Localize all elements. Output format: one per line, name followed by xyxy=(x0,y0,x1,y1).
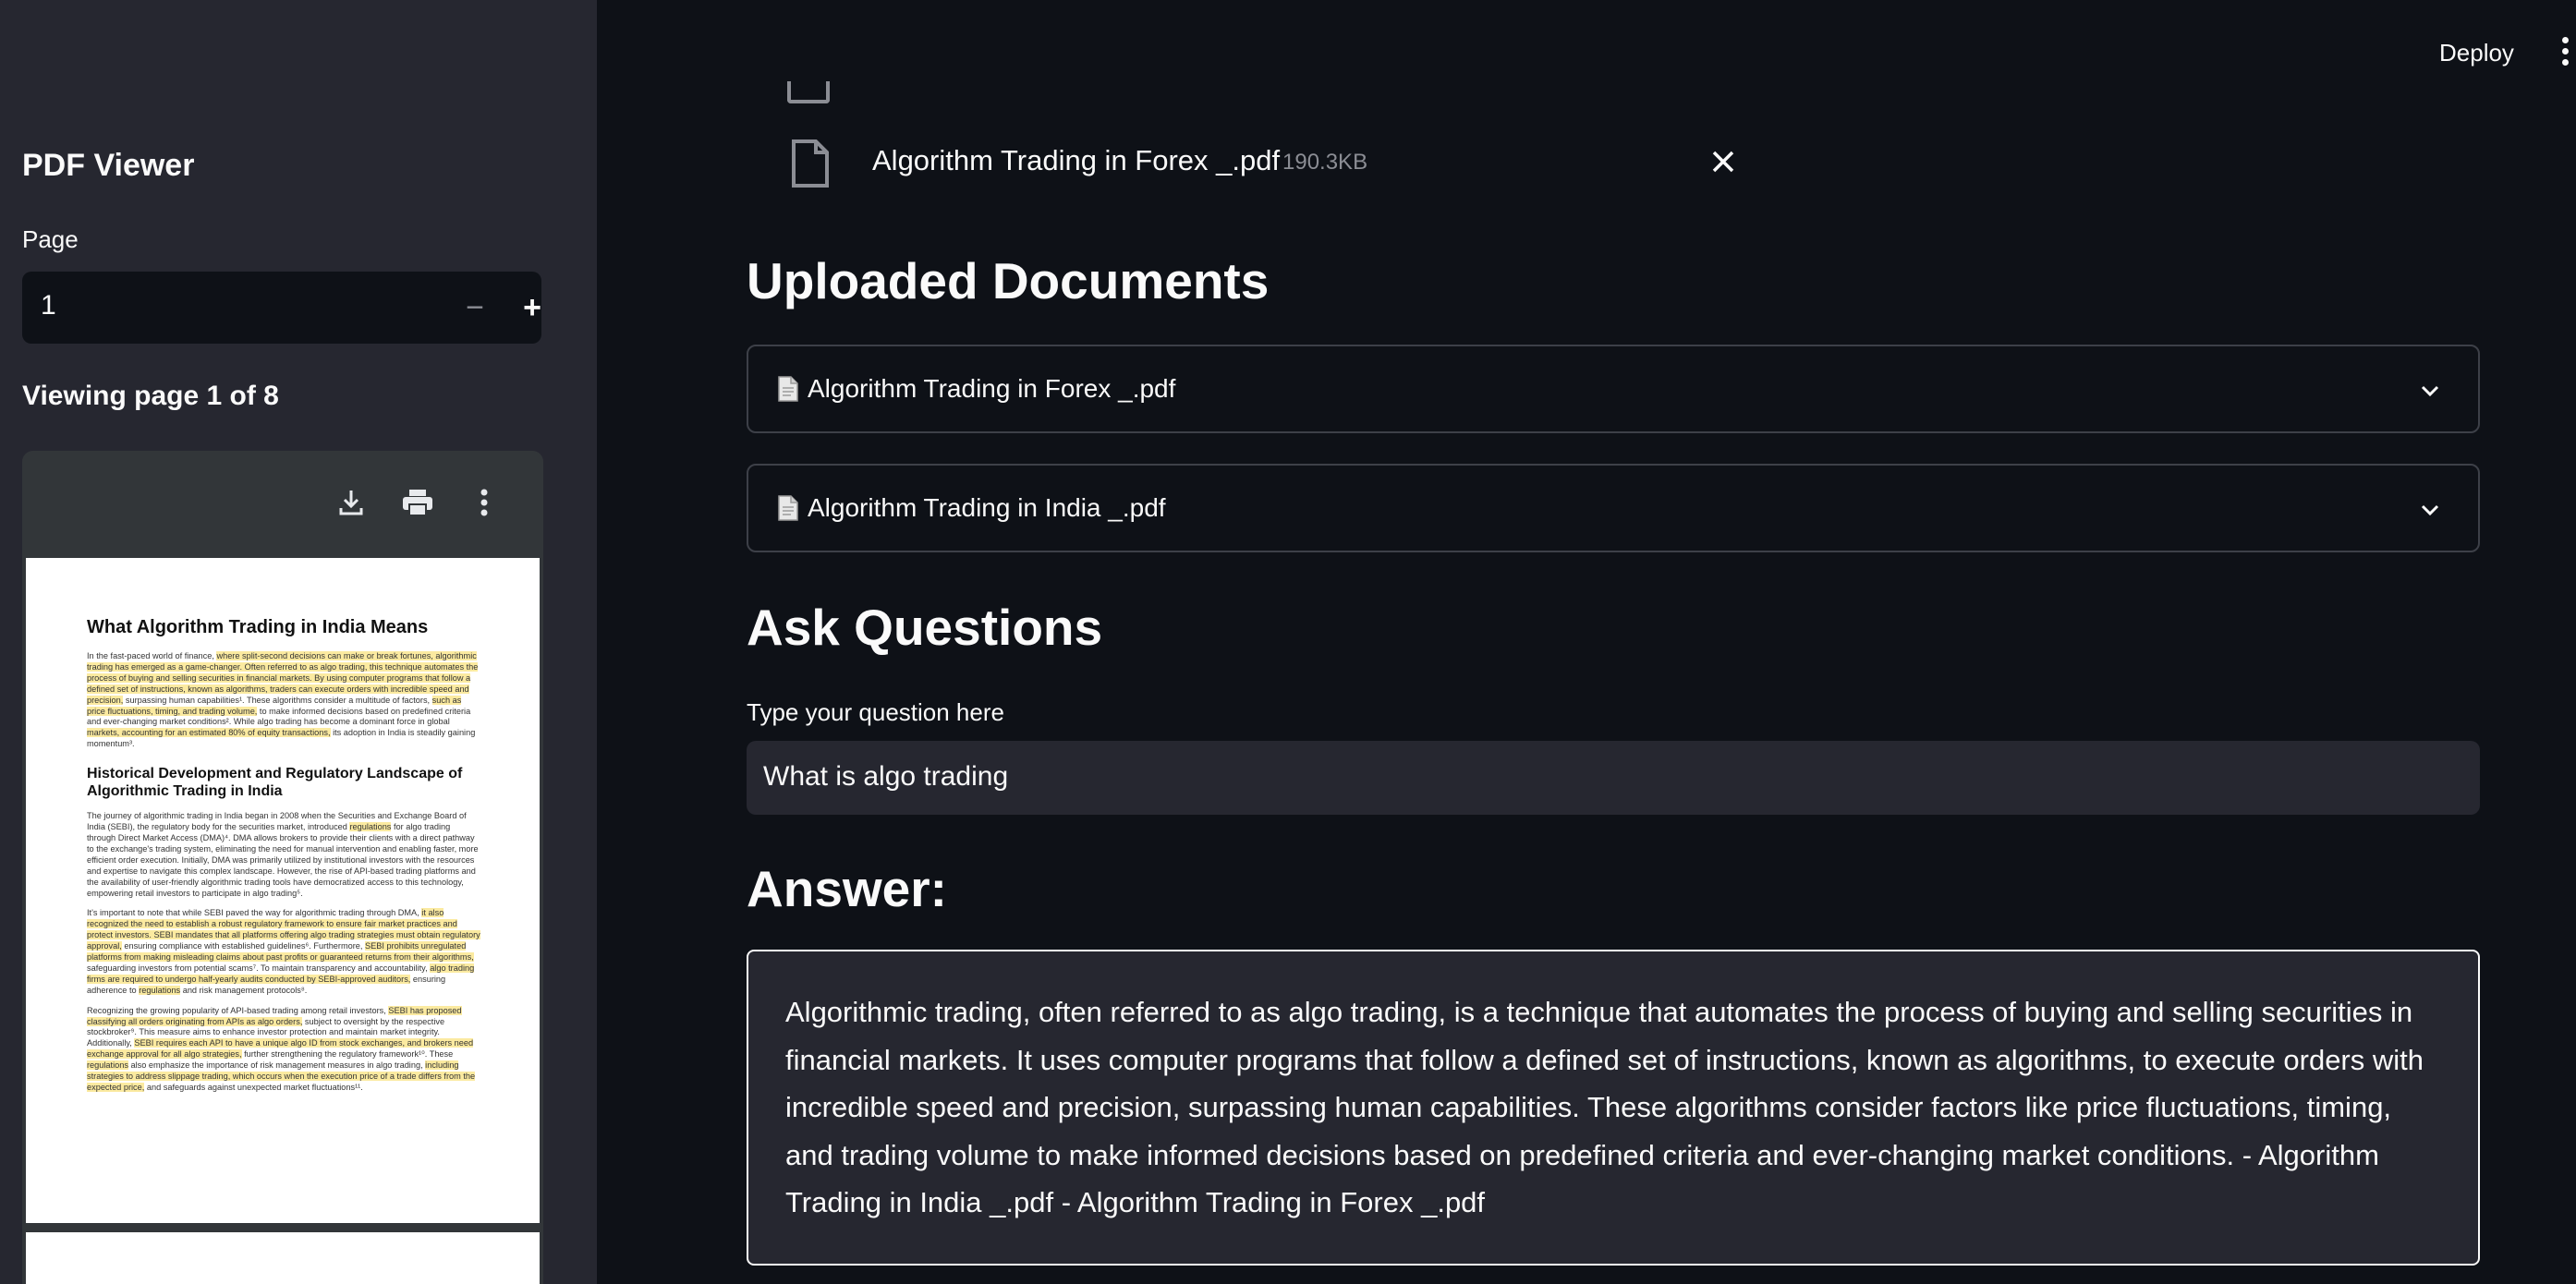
pdf-next-page xyxy=(26,1232,540,1284)
pdf-paragraph: In the fast-paced world of finance, wher… xyxy=(87,651,479,749)
pdf-heading: What Algorithm Trading in India Means xyxy=(87,617,429,637)
document-expander[interactable]: Algorithm Trading in Forex _.pdf xyxy=(747,345,2480,433)
answer-text: Algorithmic trading, often referred to a… xyxy=(747,950,2480,1266)
pdf-paragraph: Recognizing the growing popularity of AP… xyxy=(87,1005,476,1092)
main-menu-icon[interactable] xyxy=(2559,37,2570,68)
pdf-paragraph: The journey of algorithmic trading in In… xyxy=(87,811,479,898)
print-icon[interactable] xyxy=(397,482,438,523)
pdf-viewer[interactable]: What Algorithm Trading in India Means In… xyxy=(22,451,543,1284)
uploaded-file-size: 190.3KB xyxy=(1282,150,1368,175)
ask-questions-heading: Ask Questions xyxy=(747,599,1103,656)
viewing-page-text: Viewing page 1 of 8 xyxy=(22,381,279,411)
uploaded-file-name: Algorithm Trading in Forex _.pdf xyxy=(872,144,1281,176)
increment-button[interactable]: + xyxy=(512,285,553,331)
document-expander[interactable]: Algorithm Trading in India _.pdf xyxy=(747,464,2480,552)
answer-heading: Answer: xyxy=(747,860,947,917)
file-icon xyxy=(791,139,830,188)
document-label: Algorithm Trading in India _.pdf xyxy=(808,493,1166,522)
pdf-subheading: Historical Development and Regulatory La… xyxy=(87,766,463,800)
question-input-label: Type your question here xyxy=(747,698,1004,726)
question-input[interactable]: What is algo trading xyxy=(747,741,2480,815)
pdf-paragraph: It's important to note that while SEBI p… xyxy=(87,908,480,995)
pdf-toolbar xyxy=(22,451,543,556)
page-label: Page xyxy=(22,225,79,253)
uploaded-documents-heading: Uploaded Documents xyxy=(747,252,1270,309)
sidebar: PDF Viewer Page 1 − + Viewing page 1 of … xyxy=(0,0,597,1284)
page-number-value[interactable]: 1 xyxy=(41,290,56,321)
document-icon xyxy=(778,376,798,402)
document-icon xyxy=(778,495,798,521)
chevron-down-icon[interactable] xyxy=(2419,380,2441,402)
pdf-page: What Algorithm Trading in India Means In… xyxy=(26,558,540,1223)
decrement-button[interactable]: − xyxy=(455,285,495,331)
deploy-button[interactable]: Deploy xyxy=(2439,39,2514,67)
document-label: Algorithm Trading in Forex _.pdf xyxy=(808,374,1176,403)
chevron-down-icon[interactable] xyxy=(2419,499,2441,521)
more-options-icon[interactable] xyxy=(464,482,504,523)
file-icon-partial xyxy=(787,81,830,103)
download-icon[interactable] xyxy=(331,482,371,523)
sidebar-title: PDF Viewer xyxy=(22,148,195,183)
remove-file-close-icon[interactable] xyxy=(1709,148,1737,176)
page-number-input[interactable]: 1 − + xyxy=(22,272,541,344)
